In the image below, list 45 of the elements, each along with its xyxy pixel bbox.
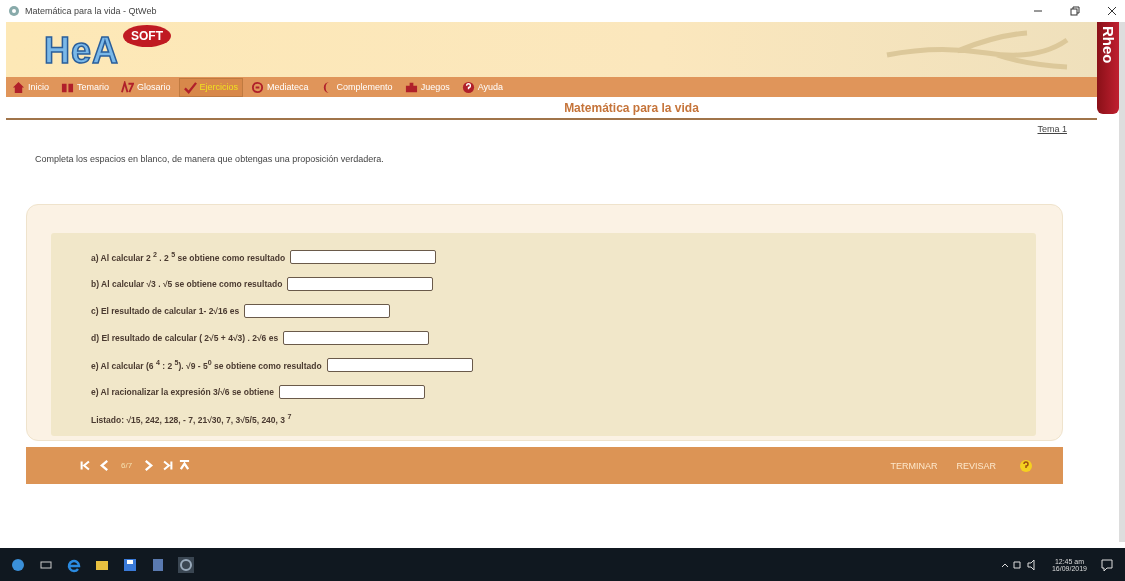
scrollbar[interactable]: [1119, 22, 1125, 542]
menu-item[interactable]: Juegos: [400, 78, 454, 96]
menu-item[interactable]: Mediateca: [247, 78, 313, 96]
menu-item[interactable]: Inicio: [8, 78, 53, 96]
answer-field[interactable]: [290, 249, 437, 264]
app-icon[interactable]: [178, 556, 194, 573]
page-heading: Matemática para la vida: [564, 100, 699, 115]
menu-item[interactable]: Complemento: [316, 78, 397, 96]
question-text: a) Al calcular 2 $^{2}$ . 2 $^{5}$ se obtiene como resultado: [91, 250, 286, 263]
restore-icon[interactable]: [1070, 6, 1080, 16]
footer-button[interactable]: TERMINAR: [890, 460, 938, 471]
help-icon: [461, 80, 475, 94]
help-icon[interactable]: [1019, 458, 1033, 473]
answer-field[interactable]: [326, 357, 473, 372]
close-icon[interactable]: [1107, 6, 1117, 16]
page-counter: 6/7: [121, 461, 133, 470]
footer-button[interactable]: REVISAR: [956, 460, 996, 471]
house-icon: [12, 80, 25, 94]
question-text: e) Al racionalizar la expresión 3/√6 se obtiene: [91, 386, 274, 397]
answer-field[interactable]: [278, 384, 425, 399]
question-text: c) El resultado de calcular 1- 2√16 es: [91, 305, 240, 316]
answer-field[interactable]: [283, 330, 430, 345]
menu-item[interactable]: Temario: [57, 78, 114, 96]
answer-field[interactable]: [287, 276, 434, 291]
answer-field[interactable]: [244, 303, 391, 318]
checkmark-icon: [183, 80, 197, 94]
menu-item[interactable]: Ejercicios: [178, 77, 244, 97]
question-text: b) Al calcular √3 . √5 se obtiene como resultado: [91, 278, 283, 289]
menu-item[interactable]: Ayuda: [457, 78, 507, 96]
media-icon: [251, 80, 265, 94]
logo-badge: SOFT: [123, 25, 172, 47]
answer-list: Listado: √15, 242, 128, - 7, 21√30, 7, 3√5/5, 240, 3 $^{7}$: [91, 412, 292, 425]
start-icon[interactable]: [10, 556, 26, 573]
side-tab[interactable]: Rheo: [1097, 22, 1119, 114]
logo-text: HeA: [44, 30, 120, 72]
menu-item[interactable]: Glosario: [117, 78, 175, 96]
question-text: d) El resultado de calcular ( 2√5 + 4√3) . 2√6 es: [91, 332, 279, 343]
question-text: e) Al calcular (6 $^{4}$ : 2 $^{5}$). √9 - 5$^{0}$ se obtiene como resultado: [91, 358, 322, 371]
letters-icon: [121, 80, 135, 94]
topic-link[interactable]: Tema 1: [1037, 124, 1067, 134]
notification-icon[interactable]: [1099, 556, 1115, 573]
window-title: Matemática para la vida - QtWeb: [25, 6, 157, 16]
app-icon: [8, 5, 20, 17]
document-icon[interactable]: [150, 556, 166, 573]
instruction-text: Completa los espacios en blanco, de manera que obtengas una proposición verdadera.: [35, 154, 385, 164]
